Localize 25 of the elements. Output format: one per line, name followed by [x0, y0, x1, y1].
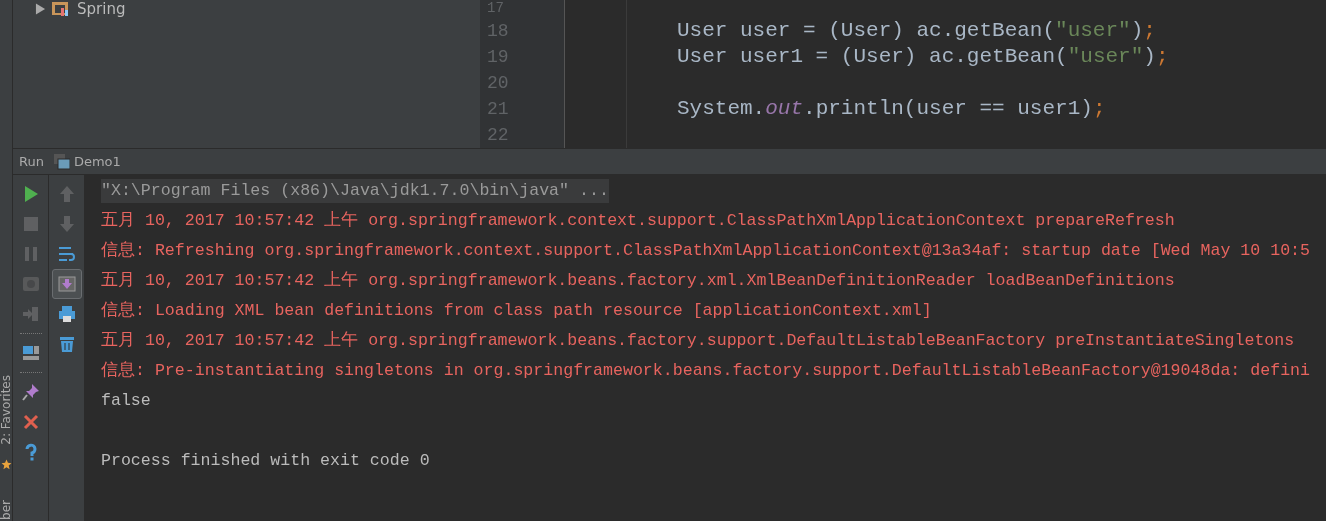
console-line: 五月 10, 2017 10:57:42 上午 org.springframework.context.support.ClassPathXmlApplicationContext prepareRefresh [101, 211, 1175, 230]
wrap-icon [56, 244, 77, 264]
panel-title: Run [19, 152, 44, 171]
scroll-to-end-icon [56, 274, 77, 294]
code-line: System.out.println(user == user1); [676, 96, 1107, 122]
layout-icon [20, 343, 41, 363]
console-line: false [101, 391, 151, 410]
console-line: 信息: Pre-instantiating singletons in org.springframework.beans.factory.support.DefaultListableBeanFactory@19048da: defini [101, 361, 1311, 380]
console-line: 五月 10, 2017 10:57:42 上午 org.springframework.beans.factory.xml.XmlBeanDefinitionReader loadBeanDefinitions [101, 271, 1175, 290]
console-line: 信息: Refreshing org.springframework.context.support.ClassPathXmlApplicationContext@13a34af: startup date [Wed May 10 10:5 [101, 241, 1311, 260]
console-line: 五月 10, 2017 10:57:42 上午 org.springframework.beans.factory.support.DefaultListableBeanFactory preInstantiateSingletons [101, 331, 1295, 350]
run-config-tab[interactable]: Demo1 [73, 151, 121, 172]
camera-icon [20, 274, 41, 294]
pin-icon [20, 382, 41, 402]
expand-arrow-icon[interactable] [35, 3, 46, 16]
scroll-to-end-button[interactable] [51, 269, 82, 299]
console-line: Process finished with exit code 0 [101, 451, 430, 470]
exit-icon [20, 304, 41, 324]
code-line: User user1 = (User) ac.getBean("user"); [676, 44, 1170, 70]
console-line: 信息: Loading XML bean definitions from class path resource [applicationContext.xml] [101, 301, 932, 320]
code-line: User user = (User) ac.getBean("user"); [676, 18, 1157, 44]
window-icon [53, 153, 70, 170]
printer-icon [56, 304, 77, 324]
tree-item-label[interactable]: Spring [77, 0, 126, 21]
star-icon [0, 459, 12, 471]
